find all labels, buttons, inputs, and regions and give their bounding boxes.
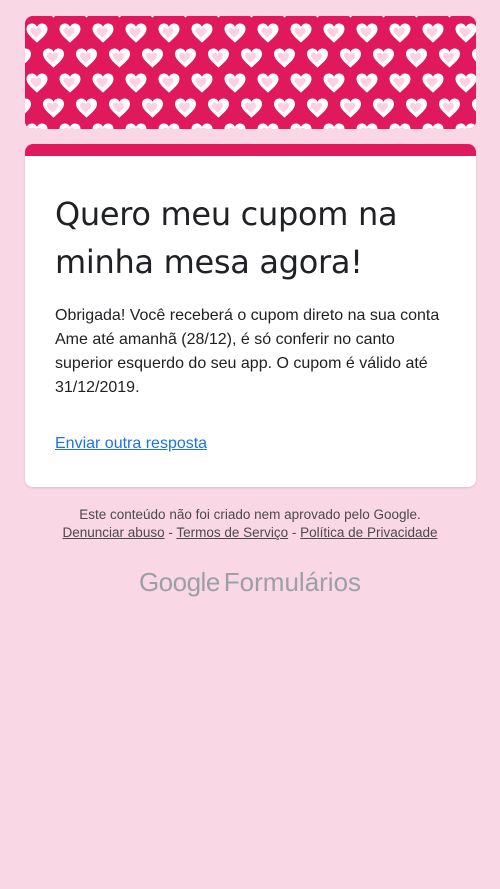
confirmation-card: Quero meu cupom na minha mesa agora! Obr… bbox=[25, 144, 476, 487]
header-banner bbox=[25, 16, 476, 129]
card-accent-bar bbox=[25, 144, 476, 156]
footer-links: Denunciar abuso - Termos de Serviço - Po… bbox=[0, 524, 500, 542]
footer: Este conteúdo não foi criado nem aprovad… bbox=[0, 506, 500, 542]
privacy-policy-link[interactable]: Política de Privacidade bbox=[300, 525, 437, 540]
footer-disclaimer: Este conteúdo não foi criado nem aprovad… bbox=[79, 507, 421, 522]
footer-separator: - bbox=[288, 525, 301, 540]
form-title: Quero meu cupom na minha mesa agora! bbox=[55, 195, 398, 281]
heart-pattern-icon bbox=[25, 16, 476, 129]
footer-separator: - bbox=[164, 525, 177, 540]
google-forms-logo[interactable]: Google Formulários bbox=[0, 564, 500, 600]
submit-another-response-link[interactable]: Enviar outra resposta bbox=[55, 432, 207, 456]
report-abuse-link[interactable]: Denunciar abuso bbox=[63, 525, 165, 540]
forms-wordmark: Formulários bbox=[223, 567, 362, 597]
confirmation-message: Obrigada! Você receberá o cupom direto n… bbox=[55, 307, 440, 396]
terms-of-service-link[interactable]: Termos de Serviço bbox=[176, 525, 288, 540]
google-wordmark: Google bbox=[138, 567, 220, 597]
